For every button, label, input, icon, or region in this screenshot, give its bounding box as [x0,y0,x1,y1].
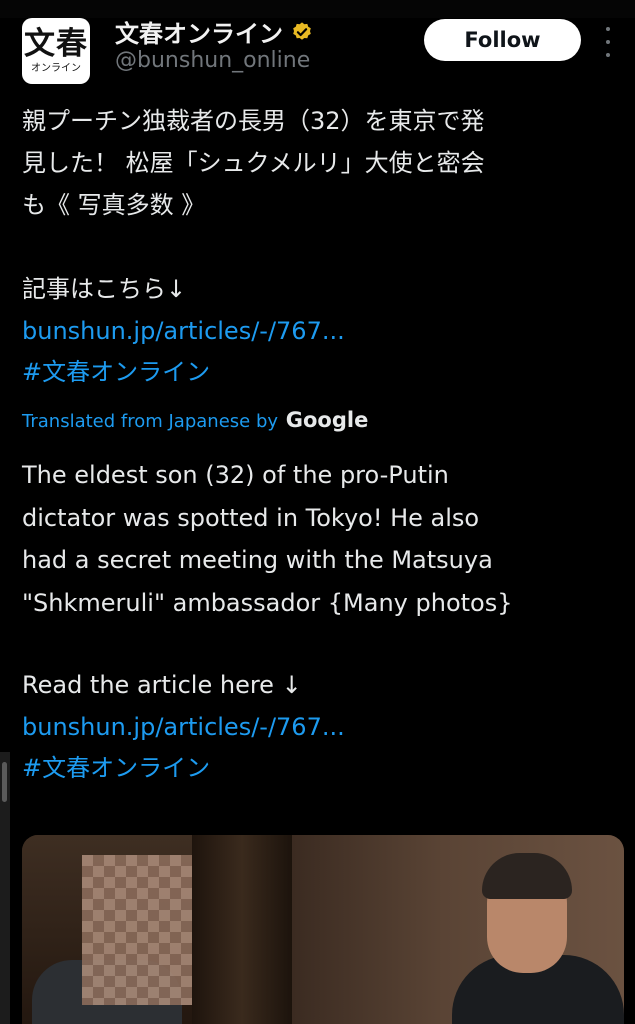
account-handle[interactable]: @bunshun_online [115,48,310,73]
status-strip [0,0,635,18]
scrollbar-thumb[interactable] [2,762,7,802]
original-hashtag-link[interactable]: #文春オンライン [22,357,210,387]
more-dot [606,40,610,44]
display-name-text: 文春オンライン [115,20,283,48]
media-pixelated-face [82,855,192,1005]
avatar[interactable]: 文春 オンライン [22,18,90,84]
avatar-logo-subtext: オンライン [31,63,81,74]
original-text-line: 親プーチン独裁者の長男（32）を東京で発 [22,107,485,135]
translated-text-line: "Shkmeruli" ambassador {Many photos} [22,589,513,617]
display-name[interactable]: 文春オンライン [115,14,313,49]
translation-attribution[interactable]: Translated from Japanese by Google [22,408,368,432]
translated-text-line: had a secret meeting with the Matsuya [22,546,493,574]
translated-read-more: Read the article here ↓ [22,671,302,699]
google-logo: Google [285,408,369,432]
original-article-link[interactable]: bunshun.jp/articles/-/767... [22,316,345,346]
more-dot [606,53,610,57]
post-media-image[interactable] [22,835,624,1024]
media-pillar [192,835,292,1024]
original-read-more: 記事はこちら↓ [22,275,187,303]
original-text-line: も《 写真多数 》 [22,191,206,219]
translated-article-link[interactable]: bunshun.jp/articles/-/767... [22,712,345,742]
verified-badge-icon [293,21,311,40]
avatar-logo-text: 文春 [24,26,88,62]
translation-attribution-text: Translated from Japanese by [22,411,279,432]
original-text-line: 見した！ 松屋「シュクメルリ」大使と密会 [22,149,485,177]
more-options-icon[interactable] [600,27,616,57]
translated-text-line: The eldest son (32) of the pro-Putin [22,461,449,489]
translated-text-line: dictator was spotted in Tokyo! He also [22,504,480,532]
more-dot [606,27,610,31]
follow-button[interactable]: Follow [424,19,581,61]
translated-hashtag-link[interactable]: #文春オンライン [22,753,210,783]
